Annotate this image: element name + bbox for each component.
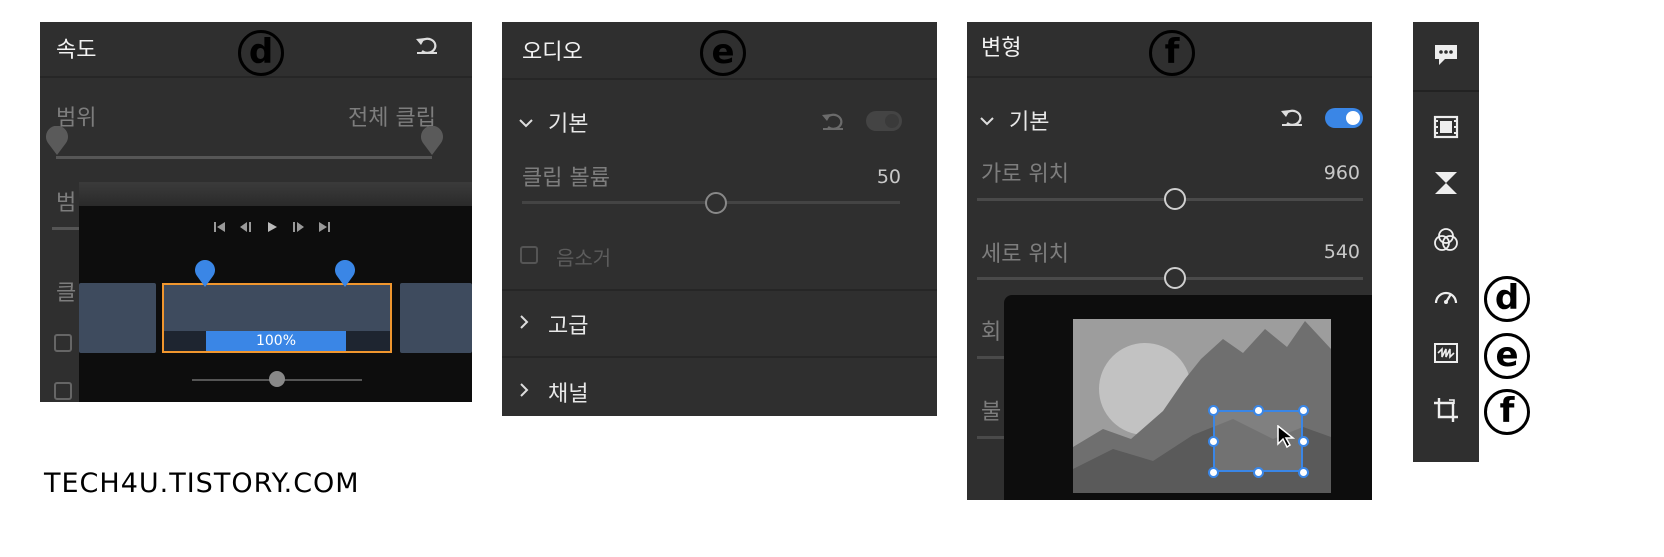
clip-start-pin-icon[interactable] (194, 260, 216, 292)
handle-ml[interactable] (1208, 436, 1219, 447)
cursor-arrow-icon (1277, 424, 1296, 453)
reset-icon[interactable] (1279, 106, 1305, 132)
chevron-down-icon[interactable] (979, 112, 995, 131)
mute-checkbox[interactable] (520, 246, 538, 264)
clip-end-pin-icon[interactable] (334, 260, 356, 292)
zoom-slider-knob[interactable] (269, 371, 285, 387)
transform-panel: 변형 f 기본 가로 위치 960 세로 위치 540 회 불 (967, 22, 1372, 500)
handle-bl[interactable] (1208, 467, 1219, 478)
color-icon[interactable] (1433, 227, 1459, 253)
sidebar-label-e: e (1484, 333, 1530, 379)
speed-popup: 100% (79, 182, 472, 402)
hpos-value[interactable]: 960 (1324, 162, 1360, 184)
handle-tm[interactable] (1253, 405, 1264, 416)
playback-controls (213, 218, 331, 237)
partial-label-opacity: 불 (981, 400, 1002, 425)
clip-thumb-right (400, 283, 472, 353)
handle-mr[interactable] (1298, 436, 1309, 447)
reset-icon[interactable] (820, 110, 846, 136)
selected-clip[interactable]: 100% (162, 283, 392, 353)
audio-basic-toggle[interactable] (866, 111, 902, 131)
vpos-knob[interactable] (1164, 267, 1186, 289)
chevron-down-icon[interactable] (518, 114, 534, 133)
range-track[interactable] (56, 156, 432, 159)
speed-panel: 속도 d 범위 전체 클립 범 클 100% (40, 22, 472, 402)
handle-tl[interactable] (1208, 405, 1219, 416)
clip-thumb-left (79, 283, 156, 353)
preview-image (1073, 319, 1331, 493)
transform-basic-toggle[interactable] (1325, 108, 1363, 128)
audio-panel-title: 오디오 (522, 40, 583, 65)
audio-basic-section[interactable]: 기본 (548, 106, 588, 138)
comment-icon[interactable] (1433, 42, 1459, 68)
vpos-label: 세로 위치 (981, 242, 1069, 267)
speedometer-icon[interactable] (1433, 284, 1459, 310)
partial-label-rotate: 회 (981, 320, 1002, 345)
mute-label: 음소거 (556, 246, 612, 270)
clip-volume-value: 50 (876, 166, 901, 188)
crop-icon[interactable] (1433, 397, 1459, 423)
transform-preview (1004, 295, 1372, 500)
checkbox-2[interactable] (54, 382, 72, 400)
speed-panel-title: 속도 (56, 38, 97, 63)
label-f-badge: f (1149, 30, 1195, 76)
sidebar-label-d: d (1484, 276, 1530, 322)
hpos-label: 가로 위치 (981, 162, 1069, 187)
transform-basic-section[interactable]: 기본 (1009, 104, 1049, 136)
label-d-badge: d (238, 30, 284, 76)
side-toolbar (1413, 22, 1479, 462)
audio-wave-icon[interactable] (1433, 340, 1459, 366)
speed-value-bar: 100% (206, 331, 346, 351)
watermark-text: TECH4U.TISTORY.COM (44, 468, 360, 499)
audio-panel: 오디오 e 기본 클립 볼륨 50 음소거 고급 채널 (502, 22, 937, 416)
audio-advanced-section[interactable]: 고급 (548, 308, 588, 340)
film-icon[interactable] (1433, 114, 1459, 140)
play-icon[interactable] (265, 218, 279, 237)
chevron-right-icon[interactable] (518, 314, 530, 334)
handle-bm[interactable] (1253, 467, 1264, 478)
vpos-value[interactable]: 540 (1324, 241, 1360, 263)
handle-br[interactable] (1298, 467, 1309, 478)
clip-volume-knob[interactable] (705, 192, 727, 214)
partial-label-1: 범 (56, 191, 77, 216)
label-e-badge: e (700, 30, 746, 76)
step-back-icon[interactable] (239, 218, 253, 237)
range-end-pin-icon[interactable] (420, 125, 444, 160)
skip-start-icon[interactable] (213, 218, 227, 237)
range-start-pin-icon[interactable] (45, 125, 69, 160)
hpos-knob[interactable] (1164, 188, 1186, 210)
clip-volume-label: 클립 볼륨 (522, 166, 610, 191)
handle-tr[interactable] (1298, 405, 1309, 416)
audio-channel-section[interactable]: 채널 (548, 376, 588, 408)
checkbox-1[interactable] (54, 334, 72, 352)
chevron-right-icon[interactable] (518, 382, 530, 402)
reset-icon[interactable] (414, 34, 440, 56)
transition-icon[interactable] (1433, 170, 1459, 196)
skip-end-icon[interactable] (317, 218, 331, 237)
step-forward-icon[interactable] (291, 218, 305, 237)
partial-label-2: 클 (56, 281, 77, 306)
transform-panel-title: 변형 (981, 36, 1022, 61)
sidebar-label-f: f (1484, 389, 1530, 435)
